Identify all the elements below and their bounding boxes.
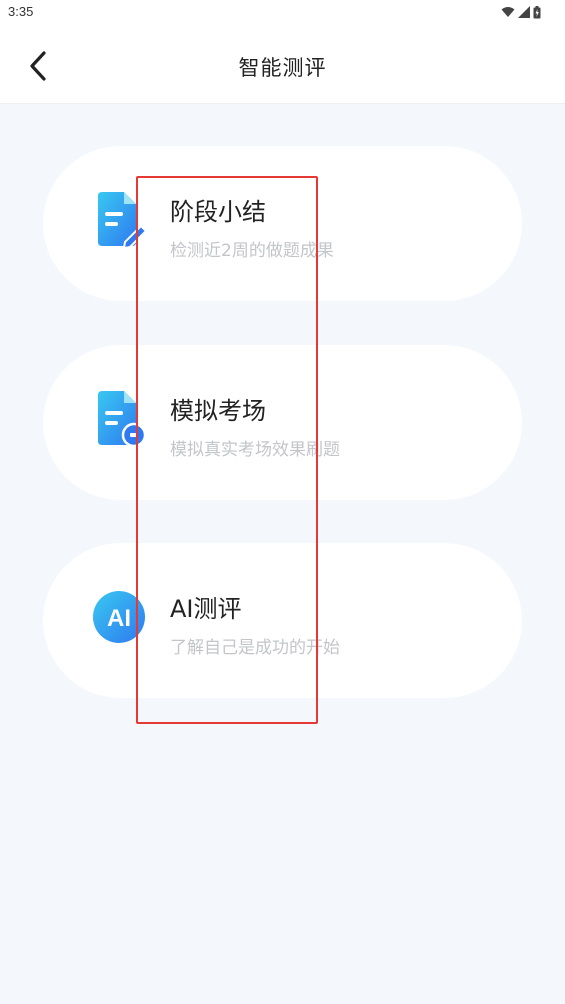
- card-title: 模拟考场: [170, 397, 266, 425]
- status-bar: 3:35: [0, 0, 565, 26]
- card-title: AI测评: [170, 595, 242, 623]
- card-stage-summary[interactable]: 阶段小结 检测近2周的做题成果: [43, 146, 522, 301]
- status-time: 3:35: [8, 4, 34, 19]
- card-ai-assessment[interactable]: AI AI测评 了解自己是成功的开始: [43, 543, 522, 698]
- card-title: 阶段小结: [170, 198, 266, 226]
- card-desc: 检测近2周的做题成果: [170, 241, 334, 261]
- wifi-icon: [501, 7, 515, 17]
- ai-badge-icon: AI: [93, 591, 145, 643]
- card-mock-exam[interactable]: 模拟考场 模拟真实考场效果刷题: [43, 345, 522, 500]
- page-title: 智能测评: [238, 56, 327, 80]
- status-icons: [501, 4, 541, 20]
- document-clock-icon: [98, 391, 147, 447]
- document-edit-icon: [98, 192, 148, 248]
- card-desc: 模拟真实考场效果刷题: [170, 440, 340, 460]
- ai-badge-text: AI: [107, 605, 131, 632]
- card-desc: 了解自己是成功的开始: [170, 638, 340, 658]
- header: 智能测评: [0, 26, 565, 104]
- battery-icon: [533, 5, 541, 18]
- signal-icon: [518, 6, 530, 18]
